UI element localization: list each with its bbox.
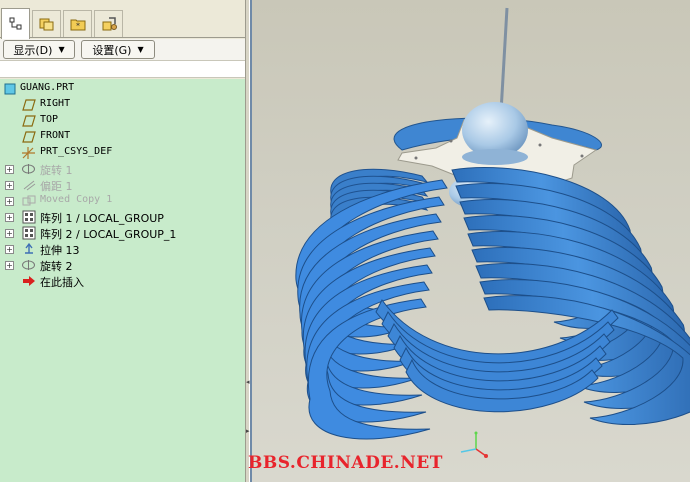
tree-item[interactable]: 在此插入 — [0, 273, 245, 289]
model-tree: GUANG.PRT RIGHT TOP FRONT PRT_CSYS_DEF + 旋转 1… — [0, 79, 245, 482]
expand-plus-icon[interactable]: + — [5, 165, 14, 174]
expand-right-icon[interactable]: ▸ — [246, 427, 250, 435]
expand-plus-icon[interactable]: + — [5, 181, 14, 190]
moved-copy-icon — [21, 194, 36, 208]
settings-menu-label: 设置(G) — [92, 43, 132, 57]
expand-plus-icon[interactable]: + — [5, 245, 14, 254]
tree-item[interactable]: + 拉伸 13 — [0, 241, 245, 257]
chevron-down-icon: ▼ — [58, 45, 65, 54]
tree-item[interactable]: FRONT — [0, 129, 245, 145]
display-menu-label: 显示(D) — [13, 43, 53, 57]
expand-plus-icon[interactable]: + — [5, 213, 14, 222]
navigator-tab-strip: * — [0, 8, 247, 39]
part-icon — [2, 82, 17, 96]
favorites-folder-icon: * — [70, 19, 85, 31]
tab-folder-browser[interactable] — [32, 10, 61, 37]
revolve-icon — [21, 258, 36, 272]
lamp-cord — [499, 7, 509, 113]
chevron-down-icon: ▼ — [137, 45, 144, 54]
revolve-icon — [21, 162, 36, 176]
tree-root-label: GUANG.PRT — [20, 82, 75, 93]
tree-item-label: TOP — [40, 114, 59, 125]
tree-item[interactable]: + 阵列 2 / LOCAL_GROUP_1 — [0, 225, 245, 241]
model-tree-panel: * 显示(D) ▼ 设置(G) ▼ GUANG.PRT RIGHT TOP FR… — [0, 0, 247, 482]
datum-plane-icon — [21, 130, 36, 144]
tree-item[interactable]: + 旋转 1 — [0, 161, 245, 177]
graphics-viewport[interactable] — [250, 0, 690, 482]
csys-triad-icon — [460, 431, 488, 458]
tree-item[interactable]: RIGHT — [0, 97, 245, 113]
tree-item-label: 阵列 1 / LOCAL_GROUP — [40, 212, 164, 225]
folder-browser-icon — [39, 18, 53, 31]
expand-plus-icon[interactable]: + — [5, 261, 14, 270]
insert-here-arrow-icon — [21, 274, 36, 288]
display-menu-button[interactable]: 显示(D) ▼ — [3, 40, 75, 59]
tree-item[interactable]: + Moved Copy 1 — [0, 193, 245, 209]
tree-item[interactable]: + 旋转 2 — [0, 257, 245, 273]
connections-icon — [102, 17, 117, 31]
expand-plus-icon[interactable]: + — [5, 229, 14, 238]
datum-plane-icon — [21, 98, 36, 112]
tree-item-label: 在此插入 — [40, 276, 84, 289]
tree-item-label: 旋转 2 — [40, 260, 73, 273]
expand-plus-icon[interactable]: + — [5, 197, 14, 206]
tab-model-tree[interactable] — [1, 8, 30, 39]
datum-plane-icon — [21, 114, 36, 128]
tree-item-label: 阵列 2 / LOCAL_GROUP_1 — [40, 228, 177, 241]
tree-item[interactable]: + 偏距 1 — [0, 177, 245, 193]
collapse-left-icon[interactable]: ◂ — [246, 378, 250, 386]
tree-item-label: Moved Copy 1 — [40, 194, 113, 205]
lamp-model — [295, 7, 690, 458]
tree-item-label: PRT_CSYS_DEF — [40, 146, 113, 157]
tree-item[interactable]: TOP — [0, 113, 245, 129]
tree-item-label: RIGHT — [40, 98, 71, 109]
ribs-front — [295, 167, 690, 440]
tab-favorites[interactable]: * — [63, 10, 92, 37]
pattern-icon — [21, 226, 36, 240]
tree-root[interactable]: GUANG.PRT — [0, 81, 245, 97]
settings-menu-button[interactable]: 设置(G) ▼ — [81, 40, 155, 59]
pattern-icon — [21, 210, 36, 224]
extrude-icon — [21, 242, 36, 256]
tree-item[interactable]: PRT_CSYS_DEF — [0, 145, 245, 161]
tab-connections[interactable] — [94, 10, 123, 37]
tree-item-label: 旋转 1 — [40, 164, 73, 177]
watermark-text: BBS.CHINADE.NET — [248, 453, 443, 473]
offset-icon — [21, 178, 36, 192]
tree-item[interactable]: + 阵列 1 / LOCAL_GROUP — [0, 209, 245, 225]
svg-text:*: * — [76, 22, 80, 31]
tree-item-label: 偏距 1 — [40, 180, 73, 193]
tree-item-label: 拉伸 13 — [40, 244, 80, 257]
tree-toolbar: 显示(D) ▼ 设置(G) ▼ — [0, 39, 247, 61]
tree-item-label: FRONT — [40, 130, 71, 141]
model-tree-icon — [9, 17, 21, 30]
coordinate-system-icon — [21, 146, 36, 160]
tree-header-blank — [0, 61, 245, 78]
